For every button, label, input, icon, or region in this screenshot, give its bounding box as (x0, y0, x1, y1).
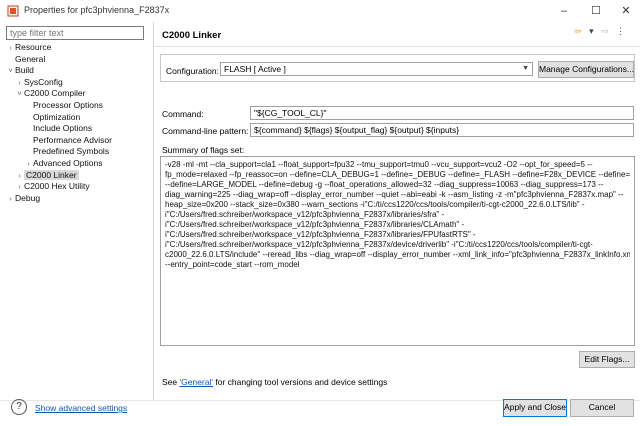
expand-down-icon[interactable]: ˅ (15, 89, 24, 100)
command-label: Command: (162, 109, 204, 119)
summary-of-flags-box[interactable]: -v28 -ml -mt --cla_support=cla1 --float_… (160, 156, 635, 346)
summary-label: Summary of flags set: (162, 145, 245, 155)
tree-item[interactable]: General (6, 54, 45, 65)
cancel-button[interactable]: Cancel (570, 399, 634, 417)
tree-item-label: C2000 Hex Utility (24, 181, 90, 192)
show-advanced-settings-link[interactable]: Show advanced settings (35, 403, 127, 413)
edit-flags-button[interactable]: Edit Flags... (579, 351, 635, 368)
summary-line: heap_size=0x200 --stack_size=0x380 --war… (165, 200, 585, 209)
tree-item-label: Include Options (33, 123, 93, 134)
tree-item-label: SysConfig (24, 76, 63, 87)
tree-item-label: Predefined Symbols (33, 146, 110, 157)
tree-item[interactable]: Processor Options (24, 100, 103, 111)
page-title: C2000 Linker (162, 30, 222, 41)
panel-divider (153, 22, 154, 400)
summary-line: i"C:/Users/fred.schreiber/workspace_v12/… (165, 240, 593, 249)
title-bar: Properties for pfc3phvienna_F2837x – ☐ ✕ (0, 0, 640, 22)
back-arrow-icon[interactable]: ⇦ (574, 26, 582, 37)
summary-line: i"C:/Users/fred.schreiber/workspace_v12/… (165, 230, 476, 239)
summary-line: --entry_point=code_start --rom_model (165, 260, 300, 269)
tree-item-label: C2000 Linker (24, 169, 79, 180)
tree-item-label: Processor Options (33, 100, 103, 110)
close-button[interactable]: ✕ (610, 0, 640, 22)
general-link[interactable]: 'General' (180, 377, 214, 387)
expand-right-icon[interactable]: › (15, 182, 24, 193)
configuration-label: Configuration: (166, 66, 219, 76)
property-tree: › Resource General ˅ Build › SysConfig ˅ C2000 C… (0, 42, 150, 400)
maximize-button[interactable]: ☐ (580, 0, 612, 22)
command-line-pattern-field[interactable]: ${command} ${flags} ${output_flag} ${out… (250, 123, 634, 137)
summary-line: -v28 -ml -mt --cla_support=cla1 --float_… (165, 160, 593, 169)
apply-and-close-button[interactable]: Apply and Close (503, 399, 567, 417)
tree-item-label: Optimization (33, 111, 81, 122)
app-icon (7, 5, 19, 17)
tree-item-label: Resource (15, 42, 52, 52)
tree-item[interactable]: › C2000 Hex Utility (15, 181, 90, 193)
properties-dialog: Properties for pfc3phvienna_F2837x – ☐ ✕… (0, 0, 640, 426)
tree-item[interactable]: Include Options (24, 123, 92, 134)
configuration-value: FLASH [ Active ] (224, 64, 286, 74)
chevron-down-icon: ▼ (522, 65, 529, 72)
tree-item-label: Advanced Options (33, 158, 103, 168)
command-field[interactable]: "${CG_TOOL_CL}" (250, 106, 634, 120)
summary-line: c2000_22.6.0.LTS/include" --reread_libs … (165, 250, 630, 259)
tree-item-label: Build (15, 65, 34, 76)
expand-right-icon[interactable]: › (6, 194, 15, 205)
tree-item[interactable]: › Resource (6, 42, 51, 53)
minimize-button[interactable]: – (548, 0, 580, 22)
tree-item[interactable]: › SysConfig (15, 76, 63, 89)
see-suffix: for changing tool versions and device se… (213, 377, 388, 387)
help-icon[interactable]: ? (11, 399, 27, 415)
summary-line: i"C:/Users/fred.schreiber/workspace_v12/… (165, 210, 445, 219)
chevron-down-icon[interactable]: ▾ (589, 26, 594, 37)
tree-item[interactable]: ˅ Build (6, 65, 34, 77)
see-prefix: See (162, 377, 180, 387)
tree-item-label: General (15, 53, 46, 64)
tree-item[interactable]: Predefined Symbols (24, 146, 109, 157)
tree-item[interactable]: Performance Advisor (24, 135, 112, 146)
window-title: Properties for pfc3phvienna_F2837x (24, 5, 170, 15)
expand-down-icon[interactable]: ˅ (6, 66, 15, 77)
tree-item[interactable]: Optimization (24, 112, 80, 123)
manage-configurations-button[interactable]: Manage Configurations... (538, 61, 634, 78)
expand-right-icon[interactable]: › (6, 43, 15, 54)
summary-line: fp_mode=relaxed --fp_reassoc=on --define… (165, 170, 630, 179)
expand-right-icon[interactable]: › (24, 159, 33, 170)
tree-item[interactable]: › Debug (6, 193, 40, 204)
nav-toolbar: ⇦ ▾ ⇨ ⋮ (574, 26, 630, 40)
tree-item-label: C2000 Compiler (24, 88, 86, 99)
tree-item-label: Debug (15, 192, 41, 203)
expand-right-icon[interactable]: › (15, 171, 24, 182)
configuration-select[interactable]: FLASH [ Active ] ▼ (220, 62, 533, 76)
forward-arrow-icon[interactable]: ⇨ (601, 26, 609, 37)
header-divider (154, 46, 640, 47)
tree-item[interactable]: › Advanced Options (24, 158, 102, 169)
command-line-pattern-label: Command-line pattern: (162, 126, 249, 136)
tree-item-label: Performance Advisor (33, 134, 112, 145)
see-general-note: See 'General' for changing tool versions… (162, 377, 387, 387)
filter-input[interactable] (6, 26, 144, 40)
view-menu-icon[interactable]: ⋮ (616, 26, 625, 37)
summary-line: --define=LARGE_MODEL --define=debug -g -… (165, 180, 604, 189)
expand-right-icon[interactable]: › (15, 78, 24, 89)
tree-item[interactable]: › C2000 Linker (15, 169, 79, 182)
summary-line: i"C:/Users/fred.schreiber/workspace_v12/… (165, 220, 465, 229)
summary-line: diag_warning=225 --diag_wrap=off --displ… (165, 190, 624, 199)
tree-item[interactable]: ˅ C2000 Compiler (15, 88, 85, 99)
